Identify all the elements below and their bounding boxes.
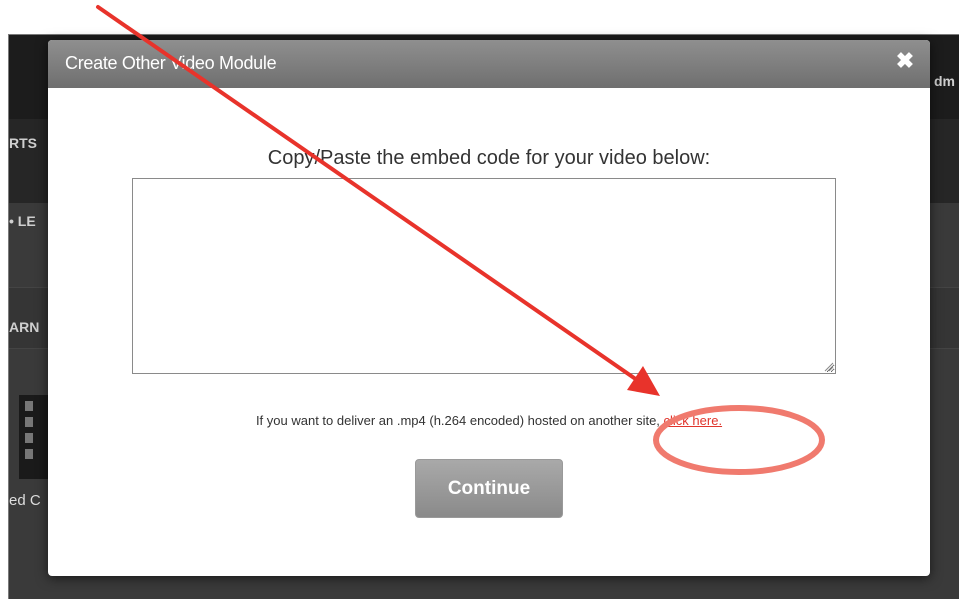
background-username: dm [934,73,955,89]
background-label-3: ARN [9,319,40,335]
continue-button[interactable]: Continue [415,459,563,518]
mp4-hint: If you want to deliver an .mp4 (h.264 en… [48,413,930,428]
dialog-title: Create Other Video Module [65,53,277,73]
dialog-header: Create Other Video Module ✖ [48,40,930,88]
background-label-2: • LE [9,213,36,229]
create-video-module-dialog: Create Other Video Module ✖ Copy/Paste t… [48,40,930,576]
close-icon[interactable]: ✖ [894,50,916,72]
background-label-1: RTS [9,135,37,151]
mp4-hint-text: If you want to deliver an .mp4 (h.264 en… [255,413,664,428]
resize-handle-icon[interactable] [824,362,834,372]
click-here-link[interactable]: click here. [664,413,723,428]
background-label-4: ed C [9,492,41,509]
embed-prompt: Copy/Paste the embed code for your video… [267,147,711,169]
embed-code-textarea[interactable] [132,178,836,374]
